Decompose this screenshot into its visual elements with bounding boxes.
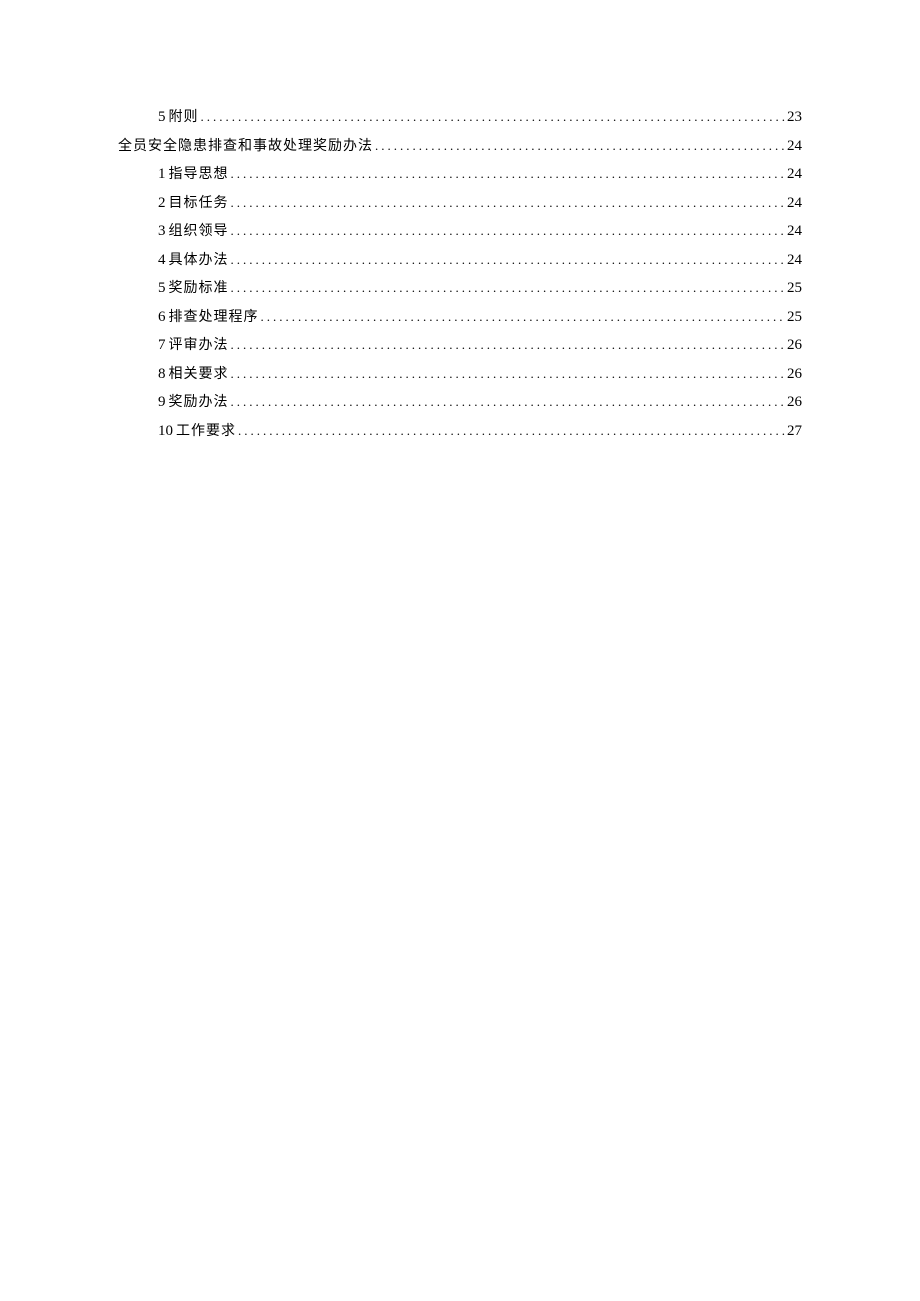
toc-entry-number: 9 (158, 395, 166, 410)
toc-entry-text: 排查处理程序 (169, 311, 259, 325)
toc-entry: 全员安全隐患排查和事故处理奖励办法 24 (118, 139, 802, 154)
toc-entry-number: 5 (158, 281, 166, 296)
toc-entry-number: 4 (158, 253, 166, 268)
toc-entry: 5奖励标准 25 (118, 281, 802, 296)
toc-entry-page: 24 (785, 224, 802, 239)
toc-entry-text: 奖励办法 (169, 396, 229, 410)
toc-entry-page: 23 (785, 110, 802, 125)
toc-entry-page: 26 (785, 338, 802, 353)
toc-entry-page: 24 (785, 196, 802, 211)
toc-entry: 6排查处理程序 25 (118, 310, 802, 325)
page-content: 5附则23全员安全隐患排查和事故处理奖励办法241指导思想242目标任务243组… (0, 0, 920, 439)
toc-entry-page: 26 (785, 367, 802, 382)
toc-entry-page: 25 (785, 281, 802, 296)
toc-entry-number: 8 (158, 367, 166, 382)
toc-entry-number: 7 (158, 338, 166, 353)
toc-leader-dots (199, 110, 786, 123)
toc-leader-dots (229, 338, 786, 351)
toc-entry: 7评审办法 26 (118, 338, 802, 353)
toc-entry-number: 3 (158, 224, 166, 239)
toc-leader-dots (229, 167, 786, 180)
toc-entry-page: 25 (785, 310, 802, 325)
toc-entry-text: 评审办法 (169, 339, 229, 353)
toc-leader-dots (229, 395, 786, 408)
toc-entry-number: 1 (158, 167, 166, 182)
toc-entry-number: 2 (158, 196, 166, 211)
toc-entry: 4具体办法 24 (118, 253, 802, 268)
table-of-contents: 5附则23全员安全隐患排查和事故处理奖励办法241指导思想242目标任务243组… (118, 110, 802, 439)
toc-entry-page: 24 (785, 139, 802, 154)
toc-entry-text: 相关要求 (169, 368, 229, 382)
toc-leader-dots (229, 196, 786, 209)
toc-entry-text: 目标任务 (169, 197, 229, 211)
toc-entry-text: 工作要求 (176, 425, 236, 439)
toc-entry-page: 24 (785, 167, 802, 182)
toc-entry: 10工作要求 27 (118, 424, 802, 439)
toc-leader-dots (259, 310, 786, 323)
toc-entry-text: 具体办法 (169, 254, 229, 268)
toc-entry-text: 奖励标准 (169, 282, 229, 296)
toc-entry-page: 27 (785, 424, 802, 439)
toc-leader-dots (229, 367, 786, 380)
toc-entry-number: 5 (158, 110, 166, 125)
toc-entry-number: 10 (158, 424, 173, 439)
toc-entry-page: 24 (785, 253, 802, 268)
toc-entry-text: 全员安全隐患排查和事故处理奖励办法 (118, 140, 373, 154)
toc-leader-dots (236, 424, 785, 437)
toc-entry: 9奖励办法 26 (118, 395, 802, 410)
toc-entry: 3组织领导 24 (118, 224, 802, 239)
toc-entry-text: 附则 (169, 111, 199, 125)
toc-leader-dots (373, 139, 785, 152)
toc-entry-text: 指导思想 (169, 168, 229, 182)
toc-leader-dots (229, 253, 786, 266)
toc-entry: 8相关要求 26 (118, 367, 802, 382)
toc-entry: 2目标任务 24 (118, 196, 802, 211)
toc-leader-dots (229, 224, 786, 237)
toc-entry: 1指导思想 24 (118, 167, 802, 182)
toc-entry-page: 26 (785, 395, 802, 410)
toc-leader-dots (229, 281, 786, 294)
toc-entry: 5附则 23 (118, 110, 802, 125)
toc-entry-number: 6 (158, 310, 166, 325)
toc-entry-text: 组织领导 (169, 225, 229, 239)
